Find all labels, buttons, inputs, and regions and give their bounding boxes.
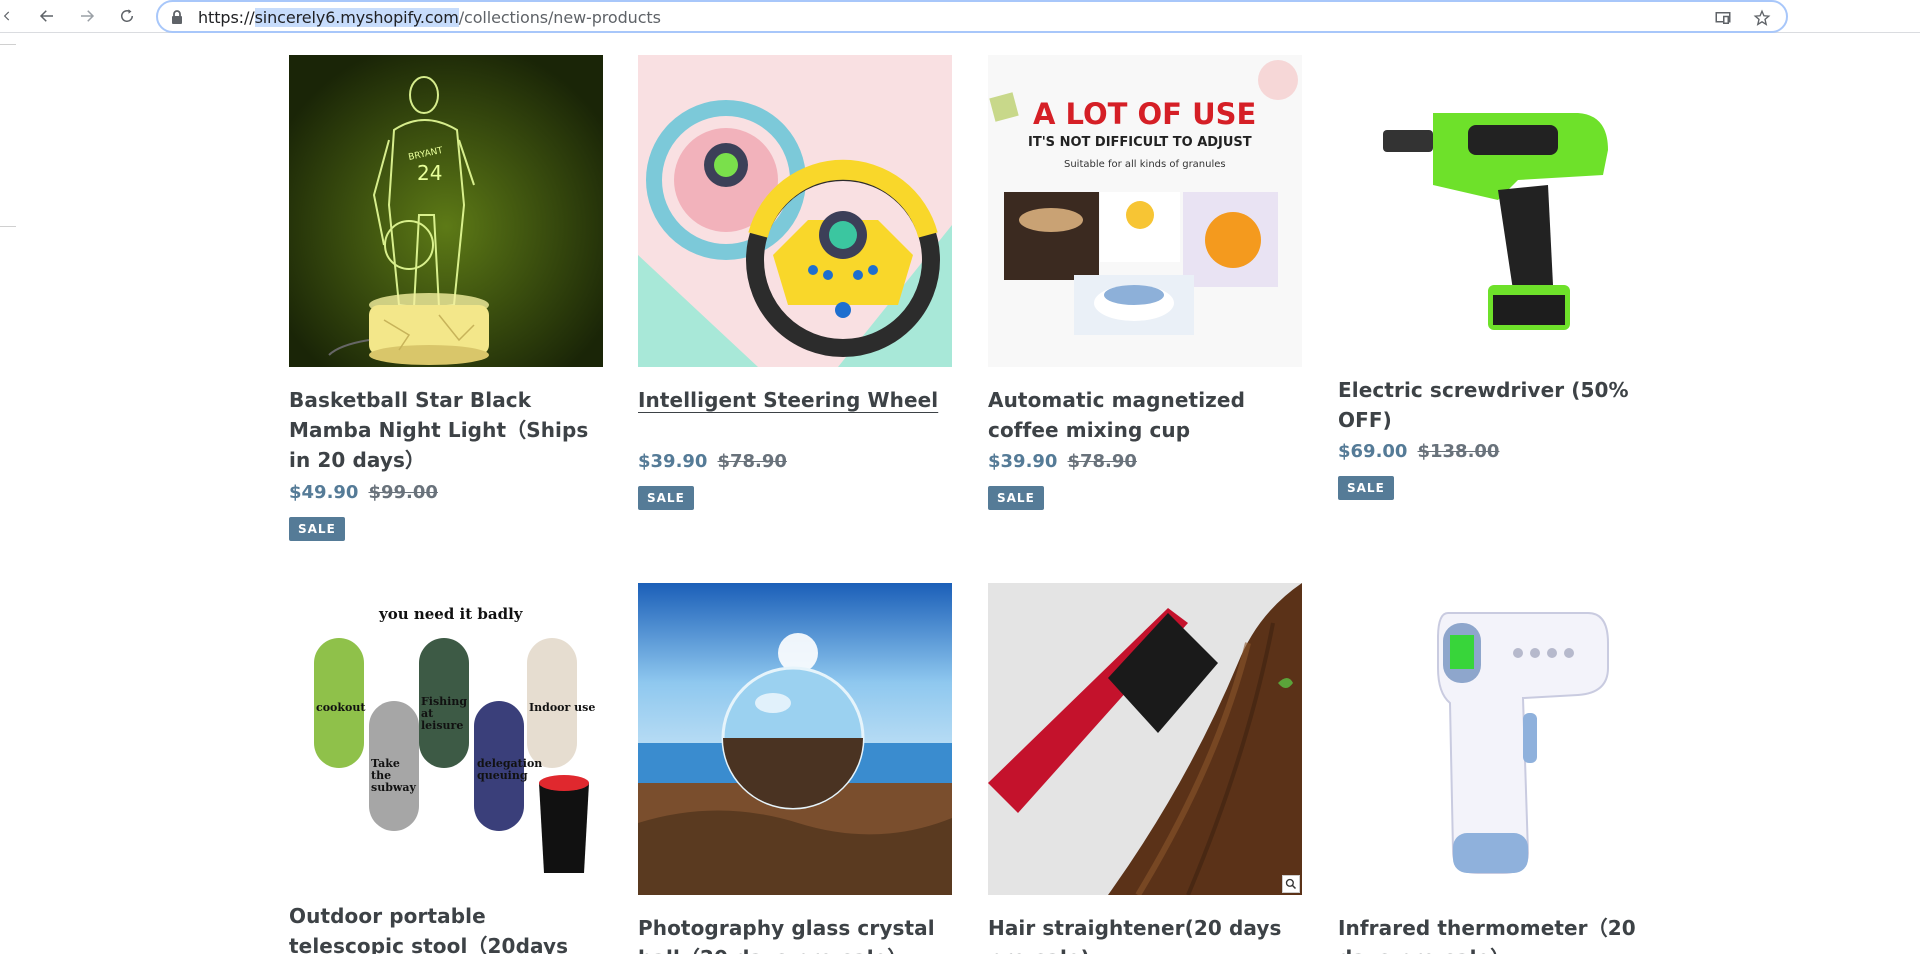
image-label: Take the subway [371,757,416,794]
product-prices: $39.90 $78.90 [638,451,787,472]
forward-button[interactable] [74,3,100,29]
arrow-right-icon [81,10,95,22]
image-label: Indoor use [529,701,596,714]
reload-icon [121,9,134,22]
product-title[interactable]: Outdoor portable telescopic stool（20days… [289,901,603,954]
lock-icon [172,10,182,24]
url-domain: sincerely6.myshopify.com [254,8,459,27]
product-title[interactable]: Hair straightener(20 days pre-sale) [988,913,1302,954]
image-caption: Suitable for all kinds of granules [1064,159,1226,170]
image-label: cookout [316,701,366,714]
product-title[interactable]: Basketball Star Black Mamba Night Light（… [289,385,603,475]
url-path: /collections/new-products [458,8,661,27]
product-title[interactable]: Automatic magnetized coffee mixing cup [988,385,1302,445]
product-title[interactable]: Photography glass crystal ball（20 days p… [638,913,952,954]
image-label: delegation queuing [477,757,543,782]
browser-toolbar: https://sincerely6.myshopify.com/collect… [0,0,1920,33]
product-image[interactable] [638,583,952,895]
sale-price: $39.90 [638,451,708,472]
arrow-left-icon [39,10,53,22]
address-bar[interactable]: https://sincerely6.myshopify.com/collect… [156,0,1788,33]
sale-price: $49.90 [289,482,359,503]
product-image[interactable] [638,55,952,367]
product-image[interactable]: you need it badly cookout Fishing at lei… [289,583,603,895]
product-title[interactable]: Intelligent Steering Wheel [638,385,952,415]
original-price: $78.90 [1067,451,1137,472]
sale-badge: SALE [638,486,694,510]
cast-icon[interactable] [1713,8,1733,28]
product-image[interactable]: A LOT OF USE IT'S NOT DIFFICULT TO ADJUS… [988,55,1302,367]
tab-scroll-left-icon[interactable] [0,3,14,29]
sale-badge: SALE [988,486,1044,510]
product-title[interactable]: Infrared thermometer（20 days pre-sale） [1338,913,1652,954]
sale-price: $69.00 [1338,441,1408,462]
product-image[interactable] [1338,583,1652,895]
reload-button[interactable] [114,3,140,29]
magnifier-icon[interactable] [1282,875,1300,893]
product-prices: $69.00 $138.00 [1338,441,1499,462]
image-headline: you need it badly [379,605,523,623]
image-label: Fishing at leisure [421,695,468,732]
sale-price: $39.90 [988,451,1058,472]
image-subheadline: IT'S NOT DIFFICULT TO ADJUST [1028,135,1252,150]
url-text[interactable]: https://sincerely6.myshopify.com/collect… [198,8,661,27]
back-button[interactable] [34,3,60,29]
sale-badge: SALE [289,517,345,541]
image-text: 24 [417,161,442,185]
bookmark-star-icon[interactable] [1752,8,1772,28]
original-price: $78.90 [717,451,787,472]
product-image[interactable] [1338,55,1652,355]
product-prices: $39.90 $78.90 [988,451,1137,472]
product-title[interactable]: Electric screwdriver (50% OFF) [1338,375,1652,435]
page-edge-divider [0,226,16,227]
url-scheme: https:// [198,8,255,27]
product-prices: $49.90 $99.00 [289,482,438,503]
page-edge-divider [0,44,16,45]
original-price: $99.00 [368,482,438,503]
product-image[interactable]: BRYANT 24 [289,55,603,367]
product-image[interactable] [988,583,1302,895]
image-headline: A LOT OF USE [1033,97,1257,131]
original-price: $138.00 [1417,441,1500,462]
sale-badge: SALE [1338,476,1394,500]
